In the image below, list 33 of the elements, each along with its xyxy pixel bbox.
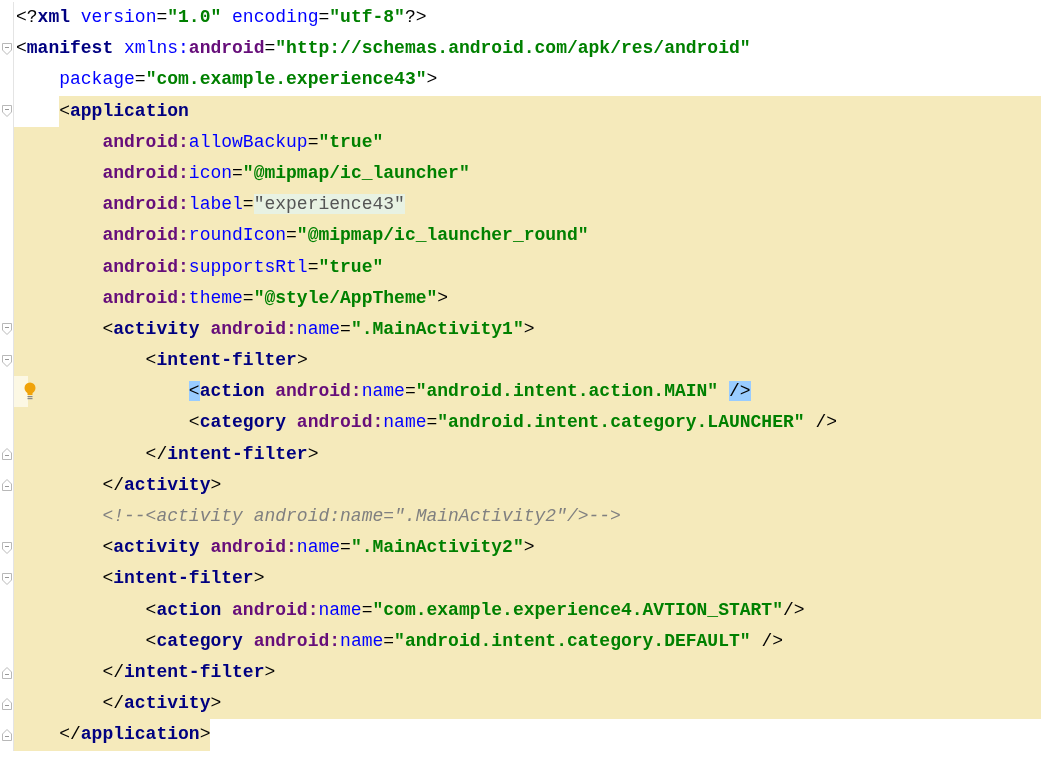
code-line: <intent-filter> bbox=[144, 349, 308, 373]
fold-marker-icon[interactable] bbox=[1, 105, 12, 118]
code-line: </activity> bbox=[101, 692, 222, 716]
fold-marker-icon[interactable] bbox=[1, 572, 12, 585]
code-line: </intent-filter> bbox=[101, 660, 276, 684]
code-line: </intent-filter> bbox=[144, 442, 319, 466]
code-line: android:supportsRtl="true" bbox=[101, 255, 384, 279]
code-line: </activity> bbox=[101, 473, 222, 497]
fold-marker-icon[interactable] bbox=[1, 697, 12, 710]
code-line: <category android:name="android.intent.category.LAUNCHER" /> bbox=[187, 411, 837, 435]
code-line: <activity android:name=".MainActivity2"> bbox=[101, 536, 535, 560]
code-line: android:roundIcon="@mipmap/ic_launcher_round" bbox=[101, 224, 589, 248]
fold-marker-icon[interactable] bbox=[1, 666, 12, 679]
fold-marker-icon[interactable] bbox=[1, 323, 12, 336]
code-line: package="com.example.experience43"> bbox=[58, 68, 438, 92]
fold-marker-icon[interactable] bbox=[1, 354, 12, 367]
code-line: android:theme="@style/AppTheme"> bbox=[101, 286, 449, 310]
code-line: android:label="experience43" bbox=[101, 193, 405, 217]
fold-marker-icon[interactable] bbox=[1, 479, 12, 492]
code-line: android:icon="@mipmap/ic_launcher" bbox=[101, 161, 470, 185]
fold-marker-icon[interactable] bbox=[1, 42, 12, 55]
fold-marker-icon[interactable] bbox=[1, 448, 12, 461]
code-line: <manifest xmlns:android="http://schemas.android.com/apk/res/android" bbox=[15, 37, 751, 61]
code-line: <action android:name="com.example.experience4.AVTION_START"/> bbox=[144, 598, 805, 622]
code-line: <category android:name="android.intent.category.DEFAULT" /> bbox=[144, 629, 783, 653]
code-line: <intent-filter> bbox=[101, 567, 265, 591]
code-line: <activity android:name=".MainActivity1"> bbox=[101, 317, 535, 341]
code-line: <action android:name="android.intent.action.MAIN" /> bbox=[187, 380, 751, 404]
fold-marker-icon[interactable] bbox=[1, 728, 12, 741]
code-line: <!--<activity android:name=".MainActivity2"/>--> bbox=[101, 505, 621, 528]
code-line: <?xml version="1.0" encoding="utf-8"?> bbox=[15, 6, 427, 29]
code-line: android:allowBackup="true" bbox=[101, 130, 384, 154]
fold-marker-icon[interactable] bbox=[1, 541, 12, 554]
